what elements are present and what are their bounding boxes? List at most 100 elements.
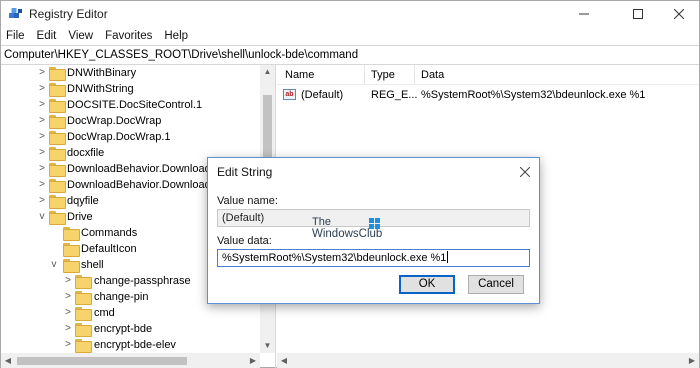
- tree-item-label: DNWithBinary: [67, 67, 137, 79]
- tree-item-label: shell: [81, 259, 104, 271]
- close-icon: [519, 166, 531, 178]
- registry-app-icon: [9, 8, 22, 18]
- tree-item-label: DownloadBehavior.DownloadB: [67, 163, 219, 175]
- tree-item-label: DocWrap.DocWrap: [67, 115, 162, 127]
- expand-icon[interactable]: >: [63, 321, 73, 337]
- scroll-right-icon[interactable]: ▶: [685, 353, 699, 368]
- close-button[interactable]: [656, 1, 700, 27]
- folder-icon: [49, 131, 66, 145]
- folder-icon: [49, 179, 66, 193]
- edit-string-dialog: Edit String Value name: (Default) Value …: [207, 157, 540, 304]
- column-header-type[interactable]: Type: [371, 69, 395, 81]
- value-data-text: %SystemRoot%\System32\bdeunlock.exe %1: [222, 252, 447, 264]
- menu-view[interactable]: View: [68, 30, 93, 42]
- menu-edit[interactable]: Edit: [37, 30, 57, 42]
- collapse-icon[interactable]: v: [37, 209, 47, 225]
- scroll-right-icon[interactable]: ▶: [246, 353, 260, 368]
- expand-icon[interactable]: >: [37, 145, 47, 161]
- expand-icon[interactable]: >: [37, 193, 47, 209]
- tree-item[interactable]: > cmd: [1, 305, 260, 321]
- menu-favorites[interactable]: Favorites: [105, 30, 152, 42]
- cancel-button[interactable]: Cancel: [468, 275, 524, 294]
- tree-item-label: DOCSITE.DocSiteControl.1: [67, 99, 203, 111]
- expand-icon[interactable]: >: [37, 161, 47, 177]
- value-data-label: Value data:: [217, 235, 272, 247]
- scroll-left-icon[interactable]: ◀: [1, 353, 15, 368]
- expand-icon[interactable]: [49, 225, 59, 241]
- scroll-up-icon[interactable]: ▲: [260, 65, 275, 79]
- maximize-button[interactable]: [615, 1, 661, 27]
- dialog-close-button[interactable]: [512, 161, 538, 183]
- value-data: %SystemRoot%\System32\bdeunlock.exe %1: [421, 89, 646, 101]
- tree-item[interactable]: > encrypt-bde: [1, 321, 260, 337]
- value-name-label: Value name:: [217, 195, 278, 207]
- folder-open-icon: [49, 211, 66, 225]
- folder-icon: [49, 163, 66, 177]
- folder-icon: [75, 307, 92, 321]
- ok-button[interactable]: OK: [399, 275, 455, 294]
- tree-item-label: cmd: [94, 307, 115, 319]
- tree-horizontal-scrollbar[interactable]: ◀ ▶: [1, 353, 260, 368]
- menu-file[interactable]: File: [6, 30, 25, 42]
- tree-item-label: change-passphrase: [94, 275, 191, 287]
- title-bar: Registry Editor: [1, 1, 699, 27]
- expand-icon[interactable]: >: [63, 273, 73, 289]
- watermark: The WindowsClub: [312, 216, 382, 240]
- list-horizontal-scrollbar[interactable]: ◀ ▶: [277, 353, 699, 368]
- window-title: Registry Editor: [29, 7, 108, 21]
- expand-icon[interactable]: >: [37, 81, 47, 97]
- collapse-icon[interactable]: v: [49, 257, 59, 273]
- tree-item-label: DocWrap.DocWrap.1: [67, 131, 171, 143]
- string-value-icon: ab: [283, 89, 296, 100]
- tree-item[interactable]: > DocWrap.DocWrap: [1, 113, 260, 129]
- expand-icon[interactable]: >: [63, 337, 73, 353]
- folder-icon: [75, 275, 92, 289]
- close-icon: [674, 9, 684, 19]
- text-caret: [447, 251, 449, 263]
- tree-item-label: encrypt-bde: [94, 323, 153, 335]
- expand-icon[interactable]: >: [37, 129, 47, 145]
- value-data-input[interactable]: %SystemRoot%\System32\bdeunlock.exe %1: [217, 249, 530, 267]
- dialog-title: Edit String: [217, 165, 273, 179]
- folder-icon: [49, 67, 66, 81]
- list-row[interactable]: ab (Default) REG_E... %SystemRoot%\Syste…: [277, 86, 699, 104]
- expand-icon[interactable]: [49, 241, 59, 257]
- scroll-thumb[interactable]: [17, 357, 187, 365]
- tree-item-label: encrypt-bde-elev: [94, 339, 176, 351]
- value-name: (Default): [301, 89, 344, 101]
- expand-icon[interactable]: >: [37, 97, 47, 113]
- tree-item-label: DNWithString: [67, 83, 134, 95]
- column-divider[interactable]: [414, 65, 415, 85]
- column-header-data[interactable]: Data: [421, 69, 444, 81]
- minimize-button[interactable]: [561, 1, 607, 27]
- tree-item[interactable]: > encrypt-bde-elev: [1, 337, 260, 353]
- expand-icon[interactable]: >: [63, 305, 73, 321]
- scroll-left-icon[interactable]: ◀: [277, 353, 291, 368]
- folder-icon: [75, 323, 92, 337]
- tree-item[interactable]: > DNWithBinary: [1, 65, 260, 81]
- menu-bar: File Edit View Favorites Help: [1, 27, 699, 45]
- tree-item[interactable]: > DNWithString: [1, 81, 260, 97]
- address-bar[interactable]: Computer\HKEY_CLASSES_ROOT\Drive\shell\u…: [1, 45, 699, 65]
- tree-item-label: change-pin: [94, 291, 149, 303]
- folder-open-icon: [63, 259, 80, 273]
- tree-item[interactable]: > DOCSITE.DocSiteControl.1: [1, 97, 260, 113]
- tree-item-label: DefaultIcon: [81, 243, 137, 255]
- watermark-line2: WindowsClub: [312, 228, 383, 240]
- tree-item[interactable]: > DocWrap.DocWrap.1: [1, 129, 260, 145]
- folder-icon: [49, 83, 66, 97]
- value-type: REG_E...: [371, 89, 418, 101]
- expand-icon[interactable]: >: [37, 113, 47, 129]
- tree-item-label: Commands: [81, 227, 138, 239]
- expand-icon[interactable]: >: [37, 177, 47, 193]
- scroll-down-icon[interactable]: ▼: [260, 339, 275, 353]
- registry-editor-window: Registry Editor File Edit View Favorites…: [0, 0, 700, 368]
- column-header-name[interactable]: Name: [285, 69, 314, 81]
- column-divider[interactable]: [364, 65, 365, 85]
- tree-item-label: dqyfile: [67, 195, 99, 207]
- folder-icon: [63, 227, 80, 241]
- menu-help[interactable]: Help: [164, 30, 188, 42]
- expand-icon[interactable]: >: [63, 289, 73, 305]
- expand-icon[interactable]: >: [37, 65, 47, 81]
- tree-item-label: Drive: [67, 211, 93, 223]
